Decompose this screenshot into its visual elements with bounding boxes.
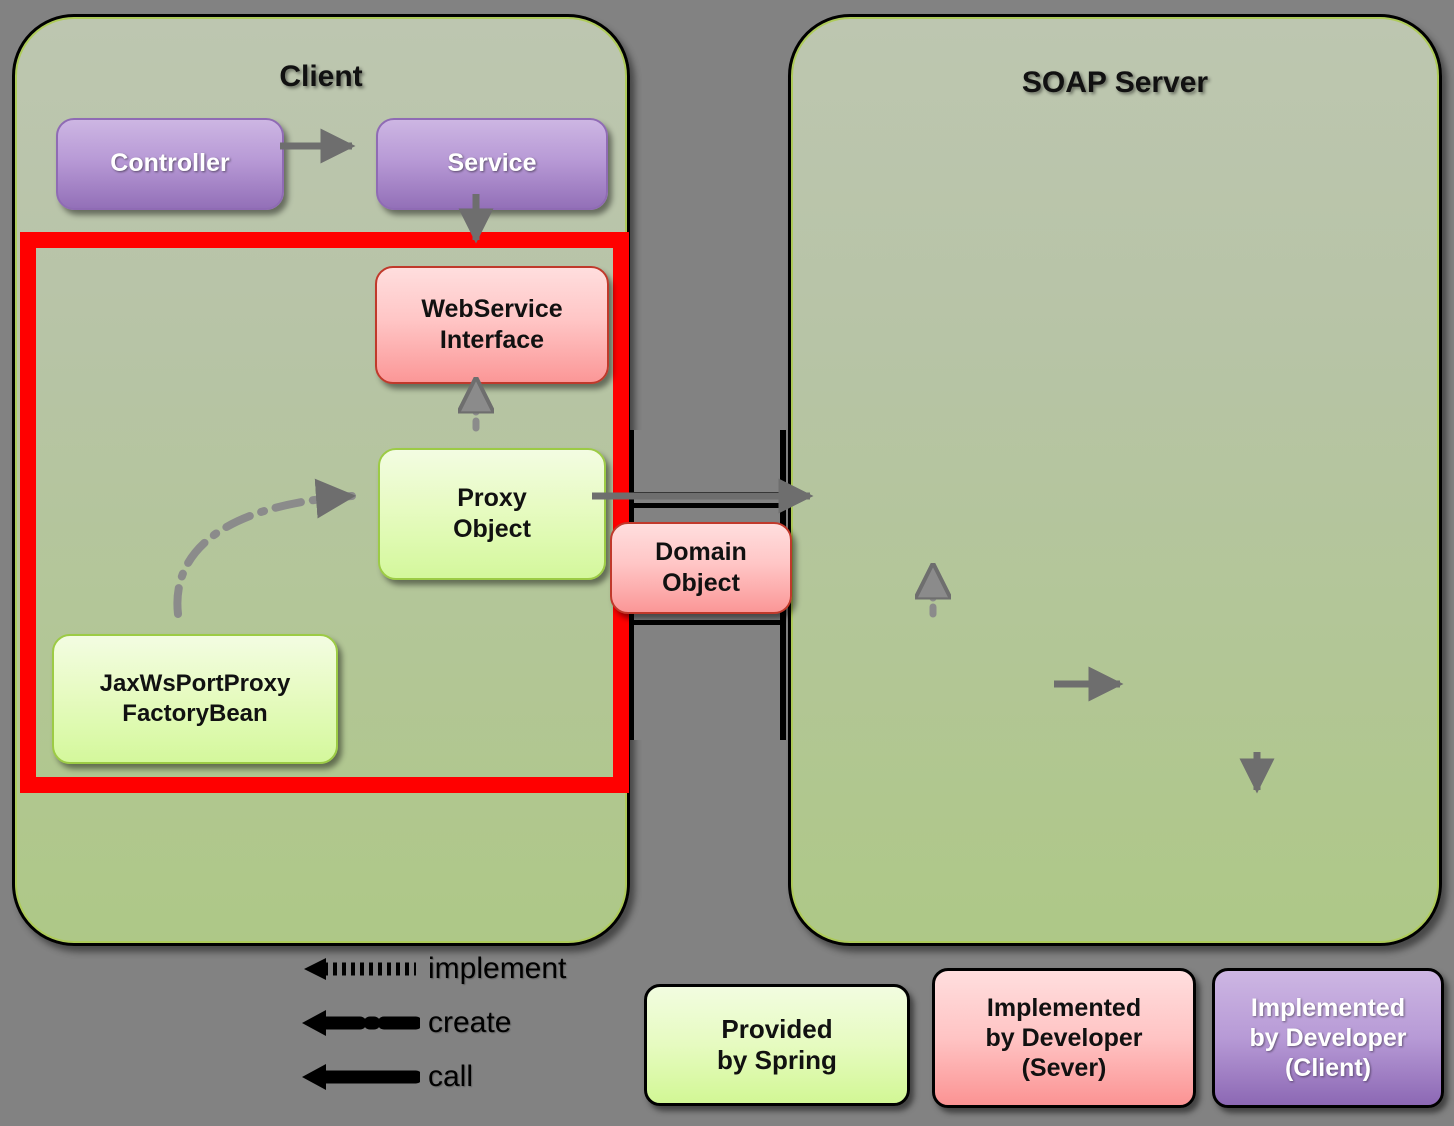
soap-server-container: SOAP Server WebServiceInterface WebServi…: [788, 14, 1442, 946]
legend-row-create: create: [296, 1006, 511, 1040]
node-proxy-object[interactable]: ProxyObject: [378, 448, 606, 580]
legend-label-call: call: [428, 1060, 473, 1094]
legend-key-implemented-by-developer-server[interactable]: Implementedby Developer(Sever): [932, 968, 1196, 1108]
legend-key-provided-by-spring-label: Providedby Spring: [717, 1014, 837, 1076]
call-arrow-icon: [296, 1060, 420, 1094]
implement-arrow-icon: [296, 952, 420, 986]
legend-key-implemented-by-developer-client-label: Implementedby Developer(Client): [1249, 993, 1406, 1083]
node-domain-object-label: DomainObject: [655, 537, 747, 600]
node-client-webservice-interface[interactable]: WebServiceInterface: [375, 266, 609, 384]
channel-pipe-top: [628, 430, 786, 492]
channel-pipe-middle: [628, 492, 786, 508]
legend-key-implemented-by-developer-server-label: Implementedby Developer(Sever): [985, 993, 1142, 1083]
create-arrow-icon: [296, 1006, 420, 1040]
legend-relations: implement create call: [296, 952, 626, 1110]
soap-server-title: SOAP Server: [792, 66, 1438, 100]
node-client-webservice-interface-label: WebServiceInterface: [421, 294, 562, 357]
node-controller-label: Controller: [110, 148, 229, 179]
node-domain-object[interactable]: DomainObject: [610, 522, 792, 614]
node-proxy-object-label: ProxyObject: [453, 483, 531, 546]
node-controller[interactable]: Controller: [56, 118, 284, 210]
legend-row-implement: implement: [296, 952, 566, 986]
legend-label-create: create: [428, 1006, 511, 1040]
legend-key-implemented-by-developer-client[interactable]: Implementedby Developer(Client): [1212, 968, 1444, 1108]
diagram-canvas: Client Controller Service WebServiceInte…: [0, 0, 1454, 1126]
legend-row-call: call: [296, 1060, 473, 1094]
node-jaxwsportproxyfactorybean-label: JaxWsPortProxyFactoryBean: [100, 669, 291, 729]
node-client-service-label: Service: [448, 148, 537, 179]
channel-pipe-bottom: [628, 620, 786, 740]
client-container: Client Controller Service WebServiceInte…: [12, 14, 630, 946]
legend-key-provided-by-spring[interactable]: Providedby Spring: [644, 984, 910, 1106]
legend-label-implement: implement: [428, 952, 566, 986]
node-jaxwsportproxyfactorybean[interactable]: JaxWsPortProxyFactoryBean: [52, 634, 338, 764]
client-title: Client: [16, 60, 626, 94]
node-client-service[interactable]: Service: [376, 118, 608, 210]
